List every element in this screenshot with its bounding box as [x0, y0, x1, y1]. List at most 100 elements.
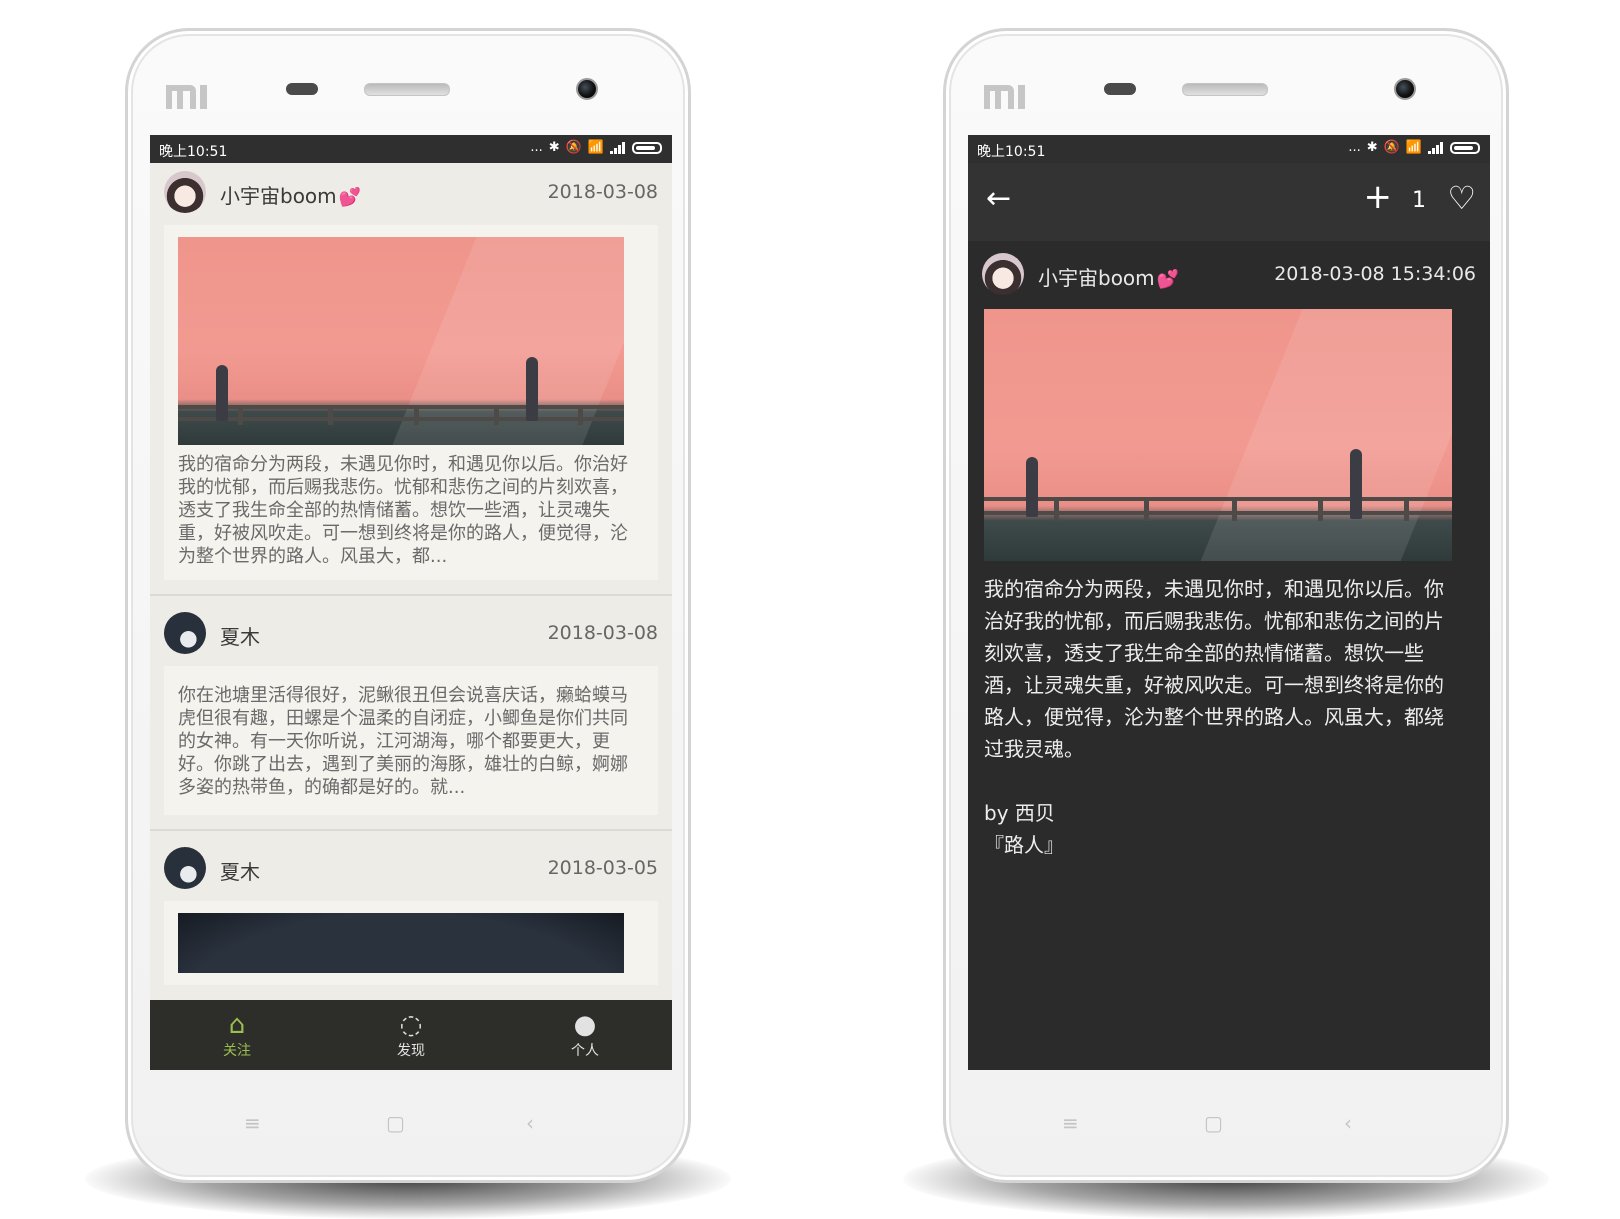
feed-post[interactable]: 夏木 2018-03-05: [150, 839, 672, 985]
menu-icon[interactable]: ≡: [1062, 1111, 1079, 1135]
post-header: 夏木 2018-03-05: [150, 839, 672, 897]
username-text: 小宇宙boom: [1038, 266, 1155, 290]
detail-author: by 西贝: [984, 801, 1055, 825]
front-camera: [576, 78, 598, 100]
tab-label: 发现: [397, 1043, 425, 1059]
detail-username[interactable]: 小宇宙boom 💕: [1038, 262, 1179, 291]
avatar[interactable]: [164, 612, 206, 654]
discover-icon: ◌: [399, 1010, 423, 1040]
detail-source: 『路人』: [984, 833, 1064, 857]
image-post: [1232, 497, 1237, 521]
feed-list[interactable]: 小宇宙boom 💕 2018-03-08 我的宿命分为两段，未遇见你时，和遇见你…: [150, 163, 672, 1000]
post-detail: ← + 1 ♡ 小宇宙boom 💕 2018-03-08 15:34:06 我的…: [968, 163, 1490, 1070]
phone-left: 晚上10:51 ... ✱ 🔕 📶 小宇宙boom 💕 2018-03-08 我…: [85, 28, 731, 1219]
post-image[interactable]: [178, 237, 624, 445]
avatar[interactable]: [164, 171, 206, 213]
post-divider: [150, 829, 672, 831]
post-date: 2018-03-08: [547, 622, 658, 644]
back-button-icon[interactable]: ‹: [1344, 1111, 1352, 1135]
bluetooth-icon: ✱: [1366, 140, 1378, 155]
image-post: [328, 405, 333, 425]
image-post: [238, 405, 243, 425]
image-post: [1054, 497, 1059, 521]
battery-icon: [632, 141, 662, 154]
post-username[interactable]: 夏木: [220, 856, 260, 885]
hardware-nav-buttons: ≡ ▢ ‹: [946, 1111, 1506, 1135]
post-date: 2018-03-05: [547, 857, 658, 879]
post-username[interactable]: 夏木: [220, 621, 260, 650]
mute-icon: 🔕: [1383, 140, 1400, 155]
feed-post[interactable]: 小宇宙boom 💕 2018-03-08 我的宿命分为两段，未遇见你时，和遇见你…: [150, 163, 672, 596]
bottom-nav: ⌂ 关注 ◌ 发现 ● 个人: [150, 1000, 672, 1070]
image-person: [216, 365, 228, 421]
home-button-icon[interactable]: ▢: [1204, 1111, 1223, 1135]
earpiece-speaker: [364, 83, 450, 96]
avatar[interactable]: [982, 253, 1024, 295]
heart-outline-icon[interactable]: ♡: [1447, 179, 1476, 217]
status-icons: ... ✱ 🔕 📶: [1348, 140, 1480, 155]
image-rail: [178, 417, 624, 421]
status-time: 晚上10:51: [977, 144, 1046, 160]
like-count: 1: [1412, 188, 1426, 213]
tab-label: 关注: [223, 1043, 251, 1059]
app-bar: ← + 1 ♡: [968, 163, 1490, 241]
image-post: [1144, 497, 1149, 521]
post-excerpt: 你在池塘里活得很好，泥鳅很丑但会说喜庆话，癞蛤蟆马虎但很有趣，田螺是个温柔的自闭…: [178, 685, 628, 798]
home-button-icon[interactable]: ▢: [386, 1111, 405, 1135]
image-rail: [178, 405, 624, 409]
mi-logo-icon: [166, 85, 207, 109]
post-header: 小宇宙boom 💕 2018-03-08: [150, 163, 672, 221]
back-button-icon[interactable]: ‹: [526, 1111, 534, 1135]
detail-header: 小宇宙boom 💕 2018-03-08 15:34:06: [968, 253, 1490, 297]
wifi-icon: 📶: [1405, 140, 1422, 155]
avatar[interactable]: [164, 847, 206, 889]
home-icon: ⌂: [228, 1010, 246, 1040]
detail-body-text: 我的宿命分为两段，未遇见你时，和遇见你以后。你治好我的忧郁，而后赐我悲伤。忧郁和…: [984, 577, 1444, 761]
post-header: 夏木 2018-03-08: [150, 604, 672, 662]
post-date: 2018-03-08: [547, 181, 658, 203]
phone-right: 晚上10:51 ... ✱ 🔕 📶 ← + 1 ♡ 小宇宙boom 💕 2018…: [903, 28, 1549, 1219]
dots-icon: ...: [530, 140, 543, 155]
post-card[interactable]: [164, 901, 658, 985]
proximity-sensor: [1104, 83, 1136, 95]
tab-discover[interactable]: ◌ 发现: [324, 1000, 498, 1070]
status-time: 晚上10:51: [159, 144, 228, 160]
detail-image[interactable]: [984, 309, 1452, 561]
post-username[interactable]: 小宇宙boom 💕: [220, 180, 361, 209]
image-post: [494, 405, 499, 425]
signal-icon: [1428, 141, 1443, 154]
image-post: [414, 405, 419, 425]
earpiece-speaker: [1182, 83, 1268, 96]
image-post: [1318, 497, 1323, 521]
tab-label: 个人: [571, 1043, 599, 1059]
hardware-nav-buttons: ≡ ▢ ‹: [128, 1111, 688, 1135]
status-bar: 晚上10:51 ... ✱ 🔕 📶: [968, 135, 1490, 163]
heart-emoji-icon: 💕: [1156, 269, 1180, 290]
person-icon: ●: [573, 1010, 597, 1040]
post-card[interactable]: 我的宿命分为两段，未遇见你时，和遇见你以后。你治好我的忧郁，而后赐我悲伤。忧郁和…: [164, 225, 658, 580]
tab-follow[interactable]: ⌂ 关注: [150, 1000, 324, 1070]
image-post: [1404, 497, 1409, 521]
proximity-sensor: [286, 83, 318, 95]
menu-icon[interactable]: ≡: [244, 1111, 261, 1135]
post-card[interactable]: 你在池塘里活得很好，泥鳅很丑但会说喜庆话，癞蛤蟆马虎但很有趣，田螺是个温柔的自闭…: [164, 666, 658, 815]
image-person: [526, 357, 538, 421]
feed-post[interactable]: 夏木 2018-03-08 你在池塘里活得很好，泥鳅很丑但会说喜庆话，癞蛤蟆马虎…: [150, 604, 672, 831]
signal-icon: [610, 141, 625, 154]
wifi-icon: 📶: [587, 140, 604, 155]
back-arrow-icon[interactable]: ←: [986, 181, 1011, 216]
heart-emoji-icon: 💕: [338, 187, 362, 208]
status-icons: ... ✱ 🔕 📶: [530, 140, 662, 155]
detail-signature: by 西贝 『路人』: [984, 797, 1064, 861]
username-text: 小宇宙boom: [220, 184, 337, 208]
image-person: [1350, 449, 1362, 519]
post-excerpt: 我的宿命分为两段，未遇见你时，和遇见你以后。你治好我的忧郁，而后赐我悲伤。忧郁和…: [178, 454, 628, 567]
tab-profile[interactable]: ● 个人: [498, 1000, 672, 1070]
screen-detail: 晚上10:51 ... ✱ 🔕 📶 ← + 1 ♡ 小宇宙boom 💕 2018…: [968, 135, 1490, 1070]
post-image[interactable]: [178, 913, 624, 973]
phone-frame: 晚上10:51 ... ✱ 🔕 📶 小宇宙boom 💕 2018-03-08 我…: [125, 28, 691, 1183]
battery-icon: [1450, 141, 1480, 154]
front-camera: [1394, 78, 1416, 100]
status-bar: 晚上10:51 ... ✱ 🔕 📶: [150, 135, 672, 163]
add-icon[interactable]: +: [1364, 177, 1393, 217]
